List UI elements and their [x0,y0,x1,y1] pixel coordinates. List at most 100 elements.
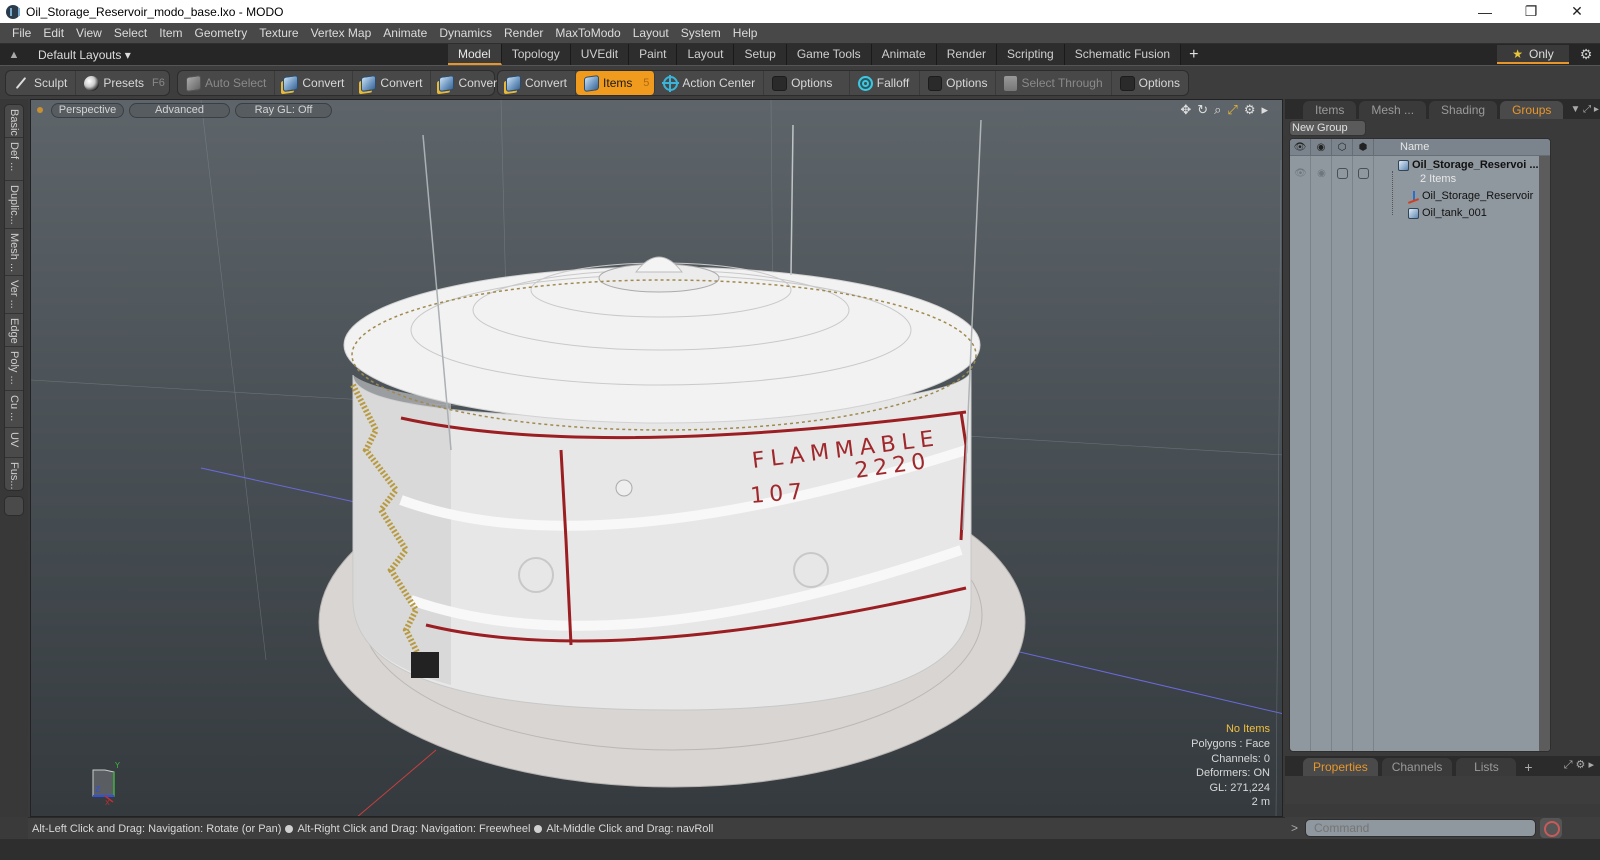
presets-button[interactable]: Presets F6 [76,71,173,95]
render-column-icon[interactable]: ◉ [1311,139,1332,155]
menu-view[interactable]: View [70,23,108,44]
tab-scripting[interactable]: Scripting [997,44,1065,65]
vtab-duplicate[interactable]: Duplic... [5,181,23,229]
tab-items[interactable]: Items [1303,101,1357,119]
vtab-edge[interactable]: Edge [5,314,23,347]
panel-dropdown-icon[interactable]: ▼ ⤢ ▸ [1570,101,1598,119]
view-type-dropdown[interactable]: Perspective [51,102,124,118]
move-icon[interactable]: ✥ [1180,102,1191,118]
tab-render[interactable]: Render [936,44,998,65]
tab-uvedit[interactable]: UVEdit [570,44,630,65]
options-box-icon [1119,75,1135,91]
tab-groups[interactable]: Groups [1500,101,1564,119]
minimize-button[interactable]: — [1462,0,1508,23]
add-tab-icon[interactable]: + [1524,758,1532,776]
layouts-dropdown[interactable]: Default Layouts ▾ [28,48,448,62]
lock-column-icon[interactable]: ⬡ [1332,139,1353,155]
vtab-deform[interactable]: Def ... [5,138,23,181]
menu-maxtomodo[interactable]: MaxToModo [549,23,626,44]
pin-icon[interactable]: ▲ [0,49,28,61]
menu-layout[interactable]: Layout [627,23,675,44]
visibility-column-icon[interactable]: 👁 [1290,139,1311,155]
settings-icon[interactable]: ⚙ [1244,102,1256,118]
tab-setup[interactable]: Setup [734,44,787,65]
fit-icon[interactable]: ⤢ [1227,102,1237,118]
vtab-curve[interactable]: Cu ... [5,391,23,428]
select-column-icon[interactable]: ⬢ [1353,139,1374,155]
tab-schematic-fusion[interactable]: Schematic Fusion [1064,44,1182,65]
tab-game-tools[interactable]: Game Tools [786,44,872,65]
menu-file[interactable]: File [6,23,37,44]
falloff-options-button[interactable]: Options [920,71,997,95]
eye-icon[interactable]: 👁 [1290,163,1311,183]
3d-viewport[interactable]: FLAMMABLE 107 2220 Perspective Advanced … [30,99,1283,817]
group-icon [1398,159,1409,171]
vtab-polygon[interactable]: Poly ... [5,347,23,391]
groups-scrollbar[interactable] [1539,156,1550,751]
shading-dropdown[interactable]: Advanced [129,102,230,118]
tab-paint[interactable]: Paint [629,44,678,65]
sculpt-button[interactable]: Sculpt [6,71,77,95]
maximize-button[interactable]: ❐ [1508,0,1554,23]
group-node[interactable]: Oil_Storage_Reservoi ... [1398,159,1539,171]
panel-options-icon[interactable]: ⤢ ⚙ ▸ [1564,758,1594,772]
select-through-options-button[interactable]: Options [1112,71,1188,95]
command-input[interactable] [1305,819,1536,837]
menu-render[interactable]: Render [498,23,549,44]
tab-shading[interactable]: Shading [1429,101,1498,119]
add-tab-button[interactable]: + [1181,44,1206,65]
crosshair-icon [662,74,680,92]
gear-icon[interactable]: ⚙ [1576,45,1596,64]
tab-mesh[interactable]: Mesh ... [1359,101,1427,119]
menu-item[interactable]: Item [153,23,188,44]
select-through-button[interactable]: Select Through [996,71,1112,95]
action-center-button[interactable]: Action Center [655,71,765,95]
name-column-header[interactable]: Name [1374,139,1429,155]
tab-properties[interactable]: Properties [1303,758,1378,776]
menu-dynamics[interactable]: Dynamics [433,23,498,44]
tab-topology[interactable]: Topology [501,44,571,65]
close-button[interactable]: ✕ [1554,0,1600,23]
tab-layout[interactable]: Layout [677,44,735,65]
brush-icon [15,76,27,90]
raygl-toggle[interactable]: Ray GL: Off [235,102,332,118]
lock-checkbox[interactable] [1332,163,1353,183]
more-icon[interactable]: ▸ [1261,102,1268,118]
menu-vertex-map[interactable]: Vertex Map [305,23,378,44]
render-icon[interactable]: ◉ [1311,163,1332,183]
falloff-button[interactable]: Falloff [850,71,921,95]
modo-app-icon [6,4,20,19]
tab-animate[interactable]: Animate [871,44,937,65]
menu-select[interactable]: Select [108,23,153,44]
new-group-button[interactable]: New Group [1289,120,1366,136]
menu-texture[interactable]: Texture [253,23,304,44]
convert-edges-button[interactable]: Convert [353,71,432,95]
menu-animate[interactable]: Animate [377,23,433,44]
vtab-extra[interactable] [4,496,24,516]
vtab-vertex[interactable]: Ver ... [5,276,23,314]
rotate-icon[interactable]: ↻ [1197,102,1208,118]
tree-item-locator[interactable]: Oil_Storage_Reservoir [1408,190,1533,202]
vtab-mesh[interactable]: Mesh ... [5,229,23,276]
action-center-options-button[interactable]: Options [764,71,850,95]
menu-geometry[interactable]: Geometry [189,23,254,44]
viewport-status-dot[interactable] [37,107,43,113]
menu-help[interactable]: Help [727,23,764,44]
items-mode-button[interactable]: Items 5 [576,71,656,95]
convert-items-button[interactable]: Convert [498,71,577,95]
tab-channels[interactable]: Channels [1381,758,1453,776]
vtab-uv[interactable]: UV [5,428,23,458]
record-macro-button[interactable] [1540,818,1562,838]
auto-select-button[interactable]: Auto Select [178,71,276,95]
vtab-basic[interactable]: Basic [5,105,23,138]
zoom-icon[interactable]: ⌕ [1214,102,1221,118]
menu-system[interactable]: System [675,23,727,44]
select-checkbox[interactable] [1353,163,1374,183]
tree-item-mesh[interactable]: Oil_tank_001 [1408,207,1487,219]
tab-model[interactable]: Model [448,44,502,65]
convert-vertices-button[interactable]: Convert [275,71,354,95]
tab-lists[interactable]: Lists [1456,758,1517,776]
vtab-fusion[interactable]: Fus... [5,458,23,492]
menu-edit[interactable]: Edit [37,23,70,44]
only-toggle[interactable]: ★ Only [1497,45,1569,64]
